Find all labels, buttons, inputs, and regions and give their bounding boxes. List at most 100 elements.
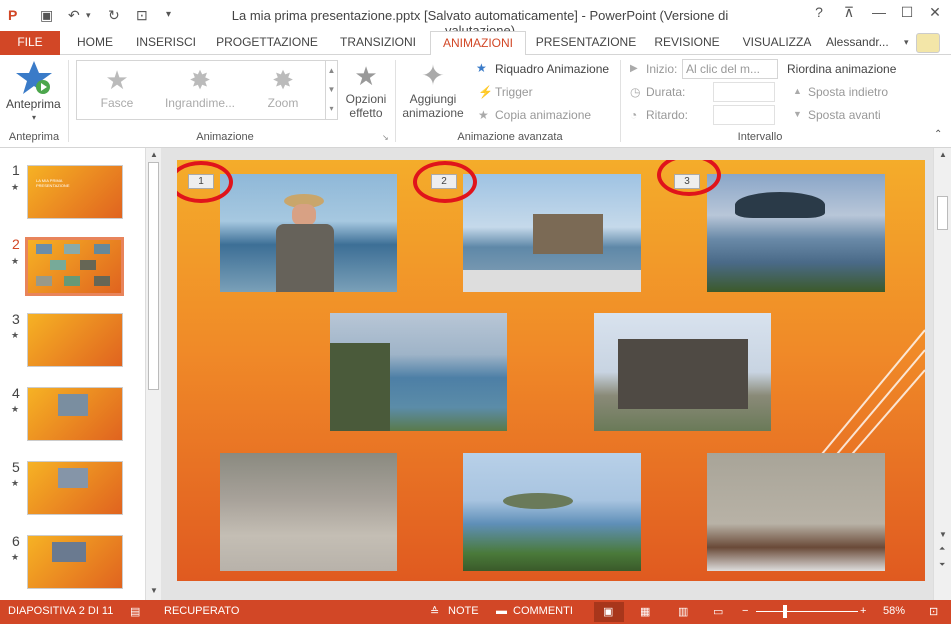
tab-review[interactable]: REVISIONE [646,31,728,55]
preview-dropdown-icon[interactable]: ▾ [32,113,36,122]
thumbnails-scrollbar[interactable]: ▲ ▼ [145,148,161,600]
scroll-down-icon[interactable]: ▼ [939,530,947,539]
photo-nisida-island[interactable] [707,174,885,292]
slide-editing-area: 1 2 3 ▲ ▼ ⏶ ⏷ [161,148,951,600]
slide-thumbnail-1[interactable]: LA MIA PRIMA PRESENTAZIONE [27,165,123,219]
dialog-launcher-icon[interactable]: ↘ [382,133,389,142]
slide-sorter-icon[interactable]: ▦ [640,605,650,618]
spellcheck-icon[interactable]: ▤ [130,605,140,618]
tab-view[interactable]: VISUALIZZA [732,31,822,55]
minimize-icon[interactable]: — [866,4,892,20]
zoom-level[interactable]: 58% [883,605,905,617]
tab-transitions[interactable]: TRANSIZIONI [330,31,426,55]
comments-icon: ▬ [496,605,507,617]
tab-file[interactable]: FILE [0,31,60,55]
start-icon: ▶ [630,63,638,74]
customize-toolbar-icon[interactable]: ▾ [166,6,171,24]
undo-icon[interactable]: ↶ [68,6,80,24]
scroll-thumb[interactable] [937,196,948,230]
thumb-title: LA MIA PRIMA PRESENTAZIONE [36,178,70,188]
zoom-out-icon[interactable]: − [742,605,748,617]
slide-thumbnail-2[interactable] [25,237,124,296]
effect-grow-item[interactable]: ✸ Ingrandime... [160,65,240,110]
effect-wipe-label: Fasce [100,96,134,110]
reading-view-icon[interactable]: ▥ [678,605,688,618]
move-later-button[interactable]: Sposta avanti [808,108,881,122]
delay-spinner[interactable] [713,105,775,125]
effect-wipe-item[interactable]: ★ Fasce [92,65,142,110]
gallery-scroll[interactable]: ▲ ▼ ▾ [325,61,337,119]
preview-button[interactable]: Anteprima [6,97,61,111]
user-name[interactable]: Alessandr... [826,31,906,55]
avatar[interactable] [916,33,940,53]
tab-insert[interactable]: INSERISCI [128,31,204,55]
photo-man-seaside[interactable] [220,174,397,292]
slide-counter: DIAPOSITIVA 2 DI 11 [8,605,114,617]
photo-sorrento-coast[interactable] [330,313,507,431]
tab-home[interactable]: HOME [66,31,124,55]
undo-dropdown-icon[interactable]: ▾ [86,6,91,24]
animation-star-icon: ★ [11,182,20,192]
tab-slideshow[interactable]: PRESENTAZIONE [530,31,642,55]
photo-island-view[interactable] [463,453,641,571]
slide-thumbnails-pane: 1 ★ LA MIA PRIMA PRESENTAZIONE 2 ★ 3 ★ 4… [0,148,161,600]
separator [68,60,69,142]
animation-pane-button[interactable]: Riquadro Animazione [495,62,609,76]
group-label-preview: Anteprima [8,131,60,143]
slide-thumbnail-4[interactable] [27,387,123,441]
effect-zoom-item[interactable]: ✸ Zoom [258,65,308,110]
comments-button[interactable]: COMMENTI [513,605,573,617]
photo-castel-nuovo[interactable] [594,313,771,431]
collapse-ribbon-icon[interactable]: ⌃ [934,129,942,140]
start-from-beginning-icon[interactable]: ⊡ [136,6,148,24]
zoom-slider-thumb[interactable] [783,605,787,618]
ribbon-display-options-icon[interactable]: ⊼ [836,4,862,21]
photo-solfatara-crater[interactable] [220,453,397,571]
add-animation-label-2: animazione [402,106,464,120]
start-select[interactable]: Al clic del m... [682,59,778,79]
animation-star-icon: ★ [11,552,20,562]
group-label-timing: Intervallo [737,131,783,143]
effect-wipe-icon: ★ [105,65,129,95]
maximize-icon[interactable]: ☐ [894,4,920,21]
slideshow-icon[interactable]: ▭ [713,605,723,618]
separator [620,60,621,142]
effect-zoom-icon: ✸ [272,65,294,95]
add-animation-button[interactable]: ✦ Aggiungi animazione [400,59,466,120]
tab-animations[interactable]: ANIMAZIONI [430,31,526,56]
previous-slide-icon[interactable]: ⏶ [939,544,945,554]
close-icon[interactable]: ✕ [922,4,948,21]
effect-options-button[interactable]: ★ Opzioni effetto [342,61,390,120]
duration-spinner[interactable] [713,82,775,102]
add-animation-icon: ✦ [421,60,445,91]
scroll-thumb[interactable] [148,162,159,390]
photo-castel-dell-ovo[interactable] [463,174,641,292]
next-slide-icon[interactable]: ⏷ [939,560,945,570]
zoom-in-icon[interactable]: + [860,605,866,617]
notes-button[interactable]: NOTE [448,605,479,617]
preview-star-icon[interactable] [14,59,54,97]
scroll-down-icon[interactable]: ▼ [150,586,158,595]
slide-thumbnail-6[interactable] [27,535,123,589]
tab-design[interactable]: PROGETTAZIONE [208,31,326,55]
save-icon[interactable]: ▣ [40,6,53,24]
current-slide[interactable]: 1 2 3 [177,160,925,581]
animation-star-icon: ★ [11,404,20,414]
fit-slide-icon[interactable]: ⊡ [929,605,938,618]
animation-star-icon: ★ [11,478,20,488]
scroll-up-icon[interactable]: ▲ [939,150,947,159]
help-button[interactable]: ? [806,4,832,20]
slide-thumbnail-3[interactable] [27,313,123,367]
trigger-button[interactable]: Trigger [495,85,533,99]
slide-thumbnail-5[interactable] [27,461,123,515]
photo-museum-tools[interactable] [707,453,885,571]
thumb-number: 5 [12,459,20,475]
user-dropdown-icon[interactable]: ▾ [904,37,909,48]
zoom-slider[interactable] [756,611,858,612]
move-earlier-button[interactable]: Sposta indietro [808,85,888,99]
reorder-heading: Riordina animazione [787,62,897,76]
slide-scrollbar[interactable]: ▲ ▼ ⏶ ⏷ [933,148,951,600]
scroll-up-icon[interactable]: ▲ [150,150,158,159]
animation-painter-button[interactable]: Copia animazione [495,108,591,122]
redo-icon[interactable]: ↻ [108,6,120,24]
